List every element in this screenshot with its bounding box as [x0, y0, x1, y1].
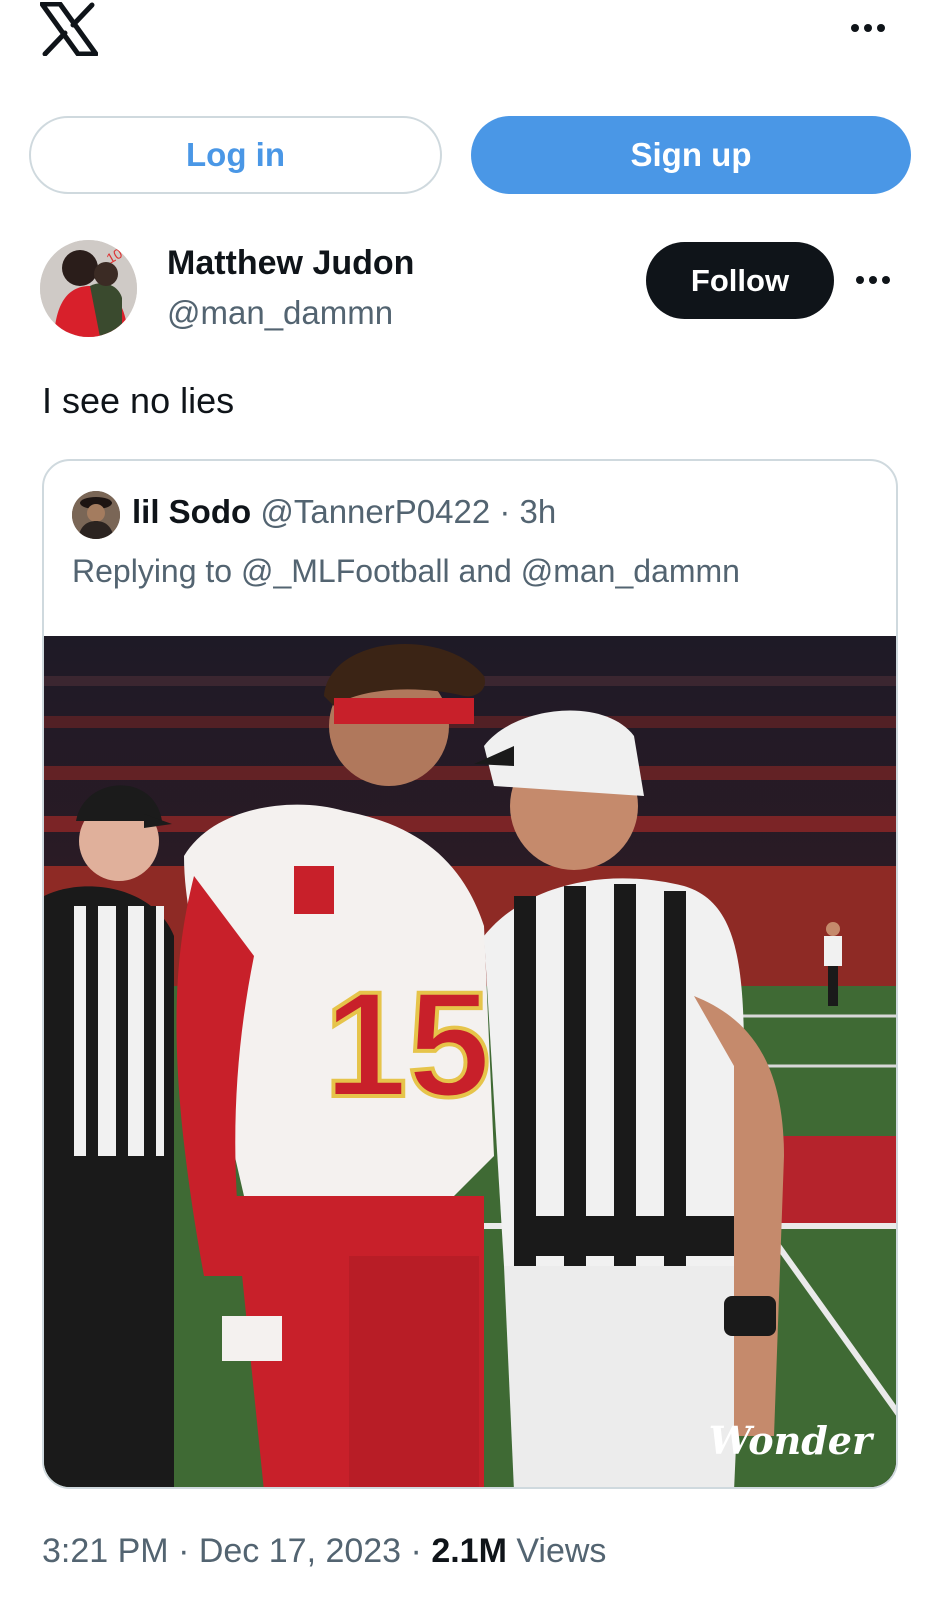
views-count: 2.1M	[431, 1532, 507, 1570]
more-horizontal-icon[interactable]	[848, 18, 888, 38]
top-bar	[0, 0, 940, 100]
quoted-avatar[interactable]	[72, 491, 120, 539]
author-name[interactable]: Matthew Judon	[167, 244, 414, 283]
author-handle[interactable]: @man_dammn	[167, 294, 393, 332]
quoted-media-image[interactable]: 15 Wonder	[44, 636, 896, 1487]
quoted-author-handle[interactable]: @TannerP0422	[260, 493, 490, 530]
views-label: Views	[506, 1532, 607, 1570]
svg-text:15: 15	[324, 960, 491, 1128]
avatar-image: 100	[40, 240, 137, 337]
quoted-tweet-card[interactable]: lil Sodo @TannerP0422 · 3h Replying to @…	[42, 459, 898, 1489]
replying-to: Replying to @_MLFootball and @man_dammn	[72, 553, 740, 589]
watermark: Wonder	[708, 1418, 872, 1463]
follow-button[interactable]: Follow	[646, 242, 834, 319]
avatar[interactable]: 100	[40, 240, 137, 337]
signup-button[interactable]: Sign up	[471, 116, 911, 194]
post-text: I see no lies	[42, 380, 235, 421]
quoted-time: · 3h	[490, 493, 557, 530]
post-timestamp[interactable]: 3:21 PM · Dec 17, 2023 ·	[42, 1532, 431, 1570]
login-button[interactable]: Log in	[29, 116, 442, 194]
quoted-author-name[interactable]: lil Sodo	[132, 493, 251, 530]
quoted-avatar-image	[72, 491, 120, 539]
quoted-header: lil Sodo @TannerP0422 · 3h	[132, 493, 556, 531]
post-footer: 3:21 PM · Dec 17, 2023 · 2.1M Views	[42, 1532, 606, 1571]
x-logo-icon[interactable]	[40, 2, 98, 56]
stadium-photo: 15	[44, 636, 896, 1487]
post-more-icon[interactable]	[853, 270, 893, 290]
